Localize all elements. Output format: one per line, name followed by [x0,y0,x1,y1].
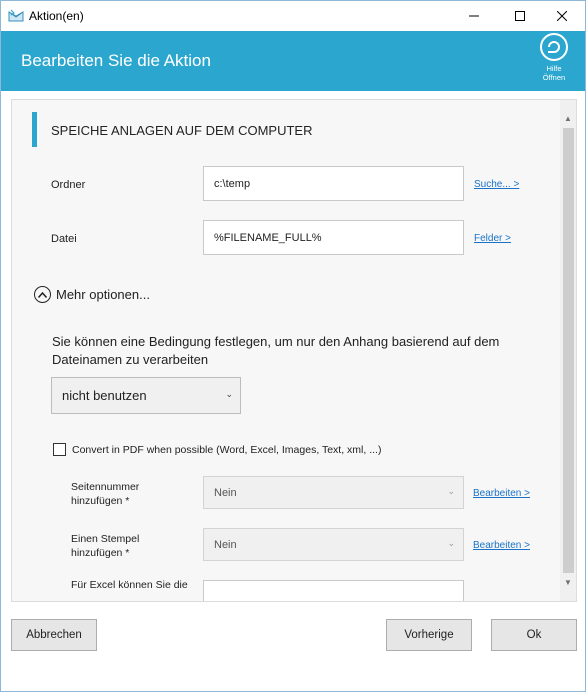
pdf-convert-checkbox[interactable] [53,443,66,456]
maximize-icon [515,11,525,21]
minimize-button[interactable] [451,1,497,31]
stamp-label: Einen Stempel hinzufügen * [71,532,139,560]
previous-button[interactable]: Vorherige [386,619,472,651]
dialog-window: Aktion(en) Bearbeiten Sie die Aktion Hil… [0,0,586,692]
scroll-thumb[interactable] [563,128,574,573]
condition-description: Sie können eine Bedingung festlegen, um … [52,334,500,367]
file-input[interactable]: %FILENAME_FULL% [203,220,464,255]
pdf-convert-label: Convert in PDF when possible (Word, Exce… [72,443,382,456]
page-number-select[interactable]: Nein ⌄ [203,476,464,509]
section-title: SPEICHE ANLAGEN AUF DEM COMPUTER [51,123,313,138]
condition-select[interactable]: nicht benutzen ⌄ [51,377,241,414]
page-number-label-line-2: hinzufügen * [71,495,130,507]
chevron-up-icon [34,286,51,303]
cancel-button[interactable]: Abbrechen [11,619,97,651]
chevron-down-icon: ⌄ [225,389,233,399]
file-fields-link[interactable]: Felder > [474,233,511,244]
help-label-1: Hilfe [546,64,562,73]
minimize-icon [469,15,479,17]
page-title: Bearbeiten Sie die Aktion [21,51,211,70]
help-label-2: Öffnen [542,73,566,82]
close-button[interactable] [539,1,585,31]
close-icon [557,11,567,21]
ok-button[interactable]: Ok [491,619,577,651]
folder-browse-link[interactable]: Suche... > [474,179,519,190]
help-button[interactable]: Hilfe Öffnen [535,33,573,82]
envelope-icon [8,9,24,23]
file-label: Datei [51,233,77,245]
stamp-label-line-1: Einen Stempel [71,533,140,545]
stamp-label-line-2: hinzufügen * [71,547,130,559]
help-refresh-icon [540,33,568,61]
folder-input[interactable]: c:\temp [203,166,464,201]
page-number-value: Nein [214,486,237,499]
vertical-scrollbar[interactable]: ▲ ▼ [560,100,576,601]
stamp-select[interactable]: Nein ⌄ [203,528,464,561]
folder-label: Ordner [51,179,86,191]
more-options-label: Mehr optionen... [56,287,150,302]
section-accent-bar [32,112,37,147]
window-title: Aktion(en) [29,9,84,23]
condition-selected-value: nicht benutzen [62,388,147,403]
chevron-down-icon: ⌄ [447,486,455,496]
scroll-down-arrow-icon[interactable]: ▼ [560,574,576,590]
page-number-label: Seitennummer hinzufügen * [71,480,139,508]
page-number-label-line-1: Seitennummer [71,481,140,493]
title-bar: Aktion(en) [1,1,585,31]
header-banner: Bearbeiten Sie die Aktion Hilfe Öffnen [1,31,585,91]
chevron-down-icon: ⌄ [447,538,455,548]
scroll-area: SPEICHE ANLAGEN AUF DEM COMPUTER Ordner … [12,100,558,601]
page-number-edit-link[interactable]: Bearbeiten > [473,488,530,499]
excel-label: Für Excel können Sie die [71,579,188,591]
stamp-value: Nein [214,538,237,551]
scroll-up-arrow-icon[interactable]: ▲ [560,110,576,126]
excel-input[interactable] [203,580,464,601]
stamp-edit-link[interactable]: Bearbeiten > [473,540,530,551]
maximize-button[interactable] [497,1,543,31]
content-panel: SPEICHE ANLAGEN AUF DEM COMPUTER Ordner … [11,99,577,602]
more-options-toggle[interactable]: Mehr optionen... [34,286,150,303]
pdf-convert-row[interactable]: Convert in PDF when possible (Word, Exce… [53,443,381,456]
